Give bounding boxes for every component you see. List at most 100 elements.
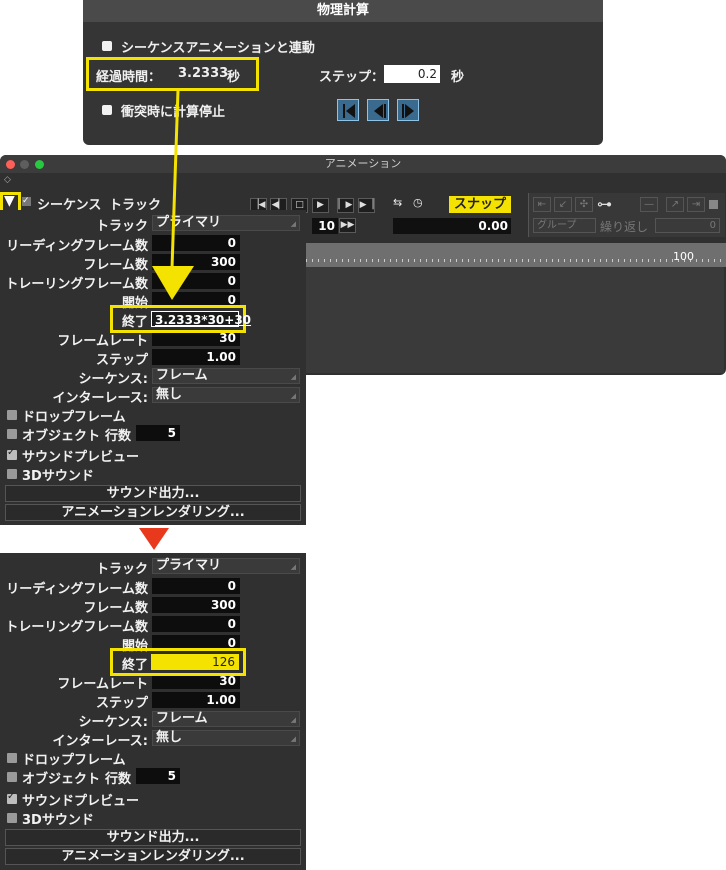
- interlace-label: インターレース:: [52, 734, 148, 749]
- rewind-button[interactable]: [337, 99, 359, 121]
- play-button[interactable]: ▶: [312, 198, 329, 213]
- end-label: 終了: [121, 315, 148, 330]
- red-down-arrow-icon: [139, 528, 169, 550]
- sound-preview-label: サウンドプレビュー: [22, 450, 140, 465]
- timeline-area[interactable]: [306, 267, 724, 373]
- elapsed-time-unit: 秒: [227, 70, 241, 85]
- sound3d-label: 3Dサウンド: [22, 813, 94, 828]
- rows-field[interactable]: 5: [136, 768, 180, 784]
- next-frame-button[interactable]: ▏▶: [337, 198, 354, 213]
- step-field[interactable]: 1.00: [152, 692, 240, 708]
- key-icon[interactable]: ⊶: [597, 195, 612, 213]
- interlace-label: インターレース:: [52, 391, 148, 406]
- leading-frames-field[interactable]: 0: [152, 578, 240, 594]
- sound-output-button[interactable]: サウンド出力...: [5, 829, 301, 846]
- frames-label: フレーム数: [83, 258, 148, 273]
- step-forward-button[interactable]: [397, 99, 419, 121]
- repeat-field[interactable]: 0: [655, 218, 720, 233]
- step-back-icon: [374, 104, 386, 118]
- loop-icon[interactable]: ⇆: [393, 196, 402, 209]
- sequence-mode-dropdown[interactable]: フレーム: [152, 368, 300, 384]
- sequence-mode-label: シーケンス:: [78, 715, 148, 730]
- zoom-window-icon[interactable]: [35, 160, 44, 169]
- step-label: ステップ: [95, 353, 148, 368]
- sound-preview-checkbox[interactable]: [7, 791, 17, 804]
- trailing-frames-label: トレーリングフレーム数: [5, 620, 148, 635]
- object-checkbox[interactable]: [7, 772, 17, 782]
- current-time-field[interactable]: 0.00: [393, 218, 511, 234]
- step-field[interactable]: 1.00: [152, 349, 240, 365]
- step-label: ステップ: [95, 696, 148, 711]
- sequence-mode-dropdown[interactable]: フレーム: [152, 711, 300, 727]
- frames-label: フレーム数: [83, 601, 148, 616]
- skip-back-icon: [343, 104, 355, 118]
- sound-output-button[interactable]: サウンド出力...: [5, 485, 301, 502]
- key-add-button[interactable]: ✣: [575, 197, 593, 212]
- sound-preview-checkbox[interactable]: [7, 447, 17, 460]
- end-field[interactable]: 126: [151, 654, 239, 670]
- sound3d-label: 3Dサウンド: [22, 469, 94, 484]
- key-option-checkbox[interactable]: [709, 200, 718, 209]
- track-label: トラック: [95, 219, 148, 234]
- end-field[interactable]: 3.2333*30+30: [151, 311, 251, 327]
- snap-button[interactable]: スナップ: [449, 196, 511, 213]
- elapsed-time-value: 3.2333: [178, 66, 229, 81]
- sound3d-checkbox[interactable]: [7, 469, 17, 479]
- step-unit: 秒: [451, 70, 465, 85]
- sync-animation-checkbox[interactable]: [102, 41, 112, 51]
- frames-field[interactable]: 300: [152, 597, 240, 613]
- interlace-dropdown[interactable]: 無し: [152, 387, 300, 403]
- sync-animation-label: シーケンスアニメーションと連動: [121, 41, 315, 56]
- step-forward-icon: [402, 104, 414, 118]
- minimize-window-icon[interactable]: [20, 160, 29, 169]
- step-label: ステップ：: [319, 70, 385, 85]
- go-end-button[interactable]: ▶▕: [358, 198, 375, 213]
- fast-forward-button[interactable]: ▶▶: [339, 218, 356, 233]
- sound-preview-label: サウンドプレビュー: [22, 794, 140, 809]
- rows-label: 行数: [105, 429, 132, 444]
- leading-frames-label: リーディングフレーム数: [6, 239, 148, 254]
- close-window-icon[interactable]: [6, 160, 15, 169]
- group-dropdown[interactable]: グループ: [533, 218, 596, 233]
- drop-frame-label: ドロップフレーム: [22, 753, 126, 768]
- step-input[interactable]: 0.2: [384, 65, 440, 83]
- sound3d-checkbox[interactable]: [7, 813, 17, 823]
- sequence-mode-label: シーケンス:: [78, 372, 148, 387]
- sequence-check-icon[interactable]: ✓: [22, 197, 31, 206]
- ruler-ticks: [306, 259, 726, 262]
- key-ease-button[interactable]: ↗: [666, 197, 684, 212]
- drop-frame-checkbox[interactable]: [7, 753, 17, 763]
- rows-label: 行数: [105, 772, 132, 787]
- track-label: トラック: [95, 562, 148, 577]
- clock-icon[interactable]: ◷: [413, 196, 423, 209]
- key-prev-button[interactable]: ↙: [554, 197, 572, 212]
- render-animation-button[interactable]: アニメーションレンダリング...: [5, 848, 301, 865]
- object-checkbox[interactable]: [7, 429, 17, 439]
- key-last-button[interactable]: ⇥: [687, 197, 705, 212]
- drop-frame-checkbox[interactable]: [7, 410, 17, 420]
- frame-step-field[interactable]: 10: [312, 218, 338, 234]
- disclosure-triangle-icon[interactable]: ▼: [4, 193, 15, 209]
- key-first-button[interactable]: ⇤: [533, 197, 551, 212]
- small-diamond-icon: ◇: [4, 175, 11, 185]
- object-label: オブジェクト: [22, 772, 101, 787]
- physics-window-title: 物理計算: [83, 0, 603, 22]
- elapsed-time-label: 経過時間：: [96, 70, 162, 85]
- track-dropdown[interactable]: プライマリ: [152, 558, 300, 574]
- render-animation-button[interactable]: アニメーションレンダリング...: [5, 504, 301, 521]
- animation-window-title: アニメーション: [0, 155, 726, 173]
- sequence-panel-after: トラック プライマリ リーディングフレーム数 0 フレーム数 300 トレーリン…: [0, 553, 306, 870]
- interlace-dropdown[interactable]: 無し: [152, 730, 300, 746]
- key-flat-button[interactable]: —: [640, 197, 658, 212]
- rows-field[interactable]: 5: [136, 425, 180, 441]
- drop-frame-label: ドロップフレーム: [22, 410, 126, 425]
- ruler-mark-100: 100: [673, 250, 694, 263]
- timeline-ruler[interactable]: [306, 243, 726, 267]
- step-back-button[interactable]: [367, 99, 389, 121]
- trailing-frames-field[interactable]: 0: [152, 616, 240, 632]
- leading-frames-label: リーディングフレーム数: [6, 582, 148, 597]
- yellow-arrow-icon: [152, 89, 194, 300]
- stop-on-collision-checkbox[interactable]: [102, 105, 112, 115]
- trailing-frames-label: トレーリングフレーム数: [5, 277, 148, 292]
- object-label: オブジェクト: [22, 429, 101, 444]
